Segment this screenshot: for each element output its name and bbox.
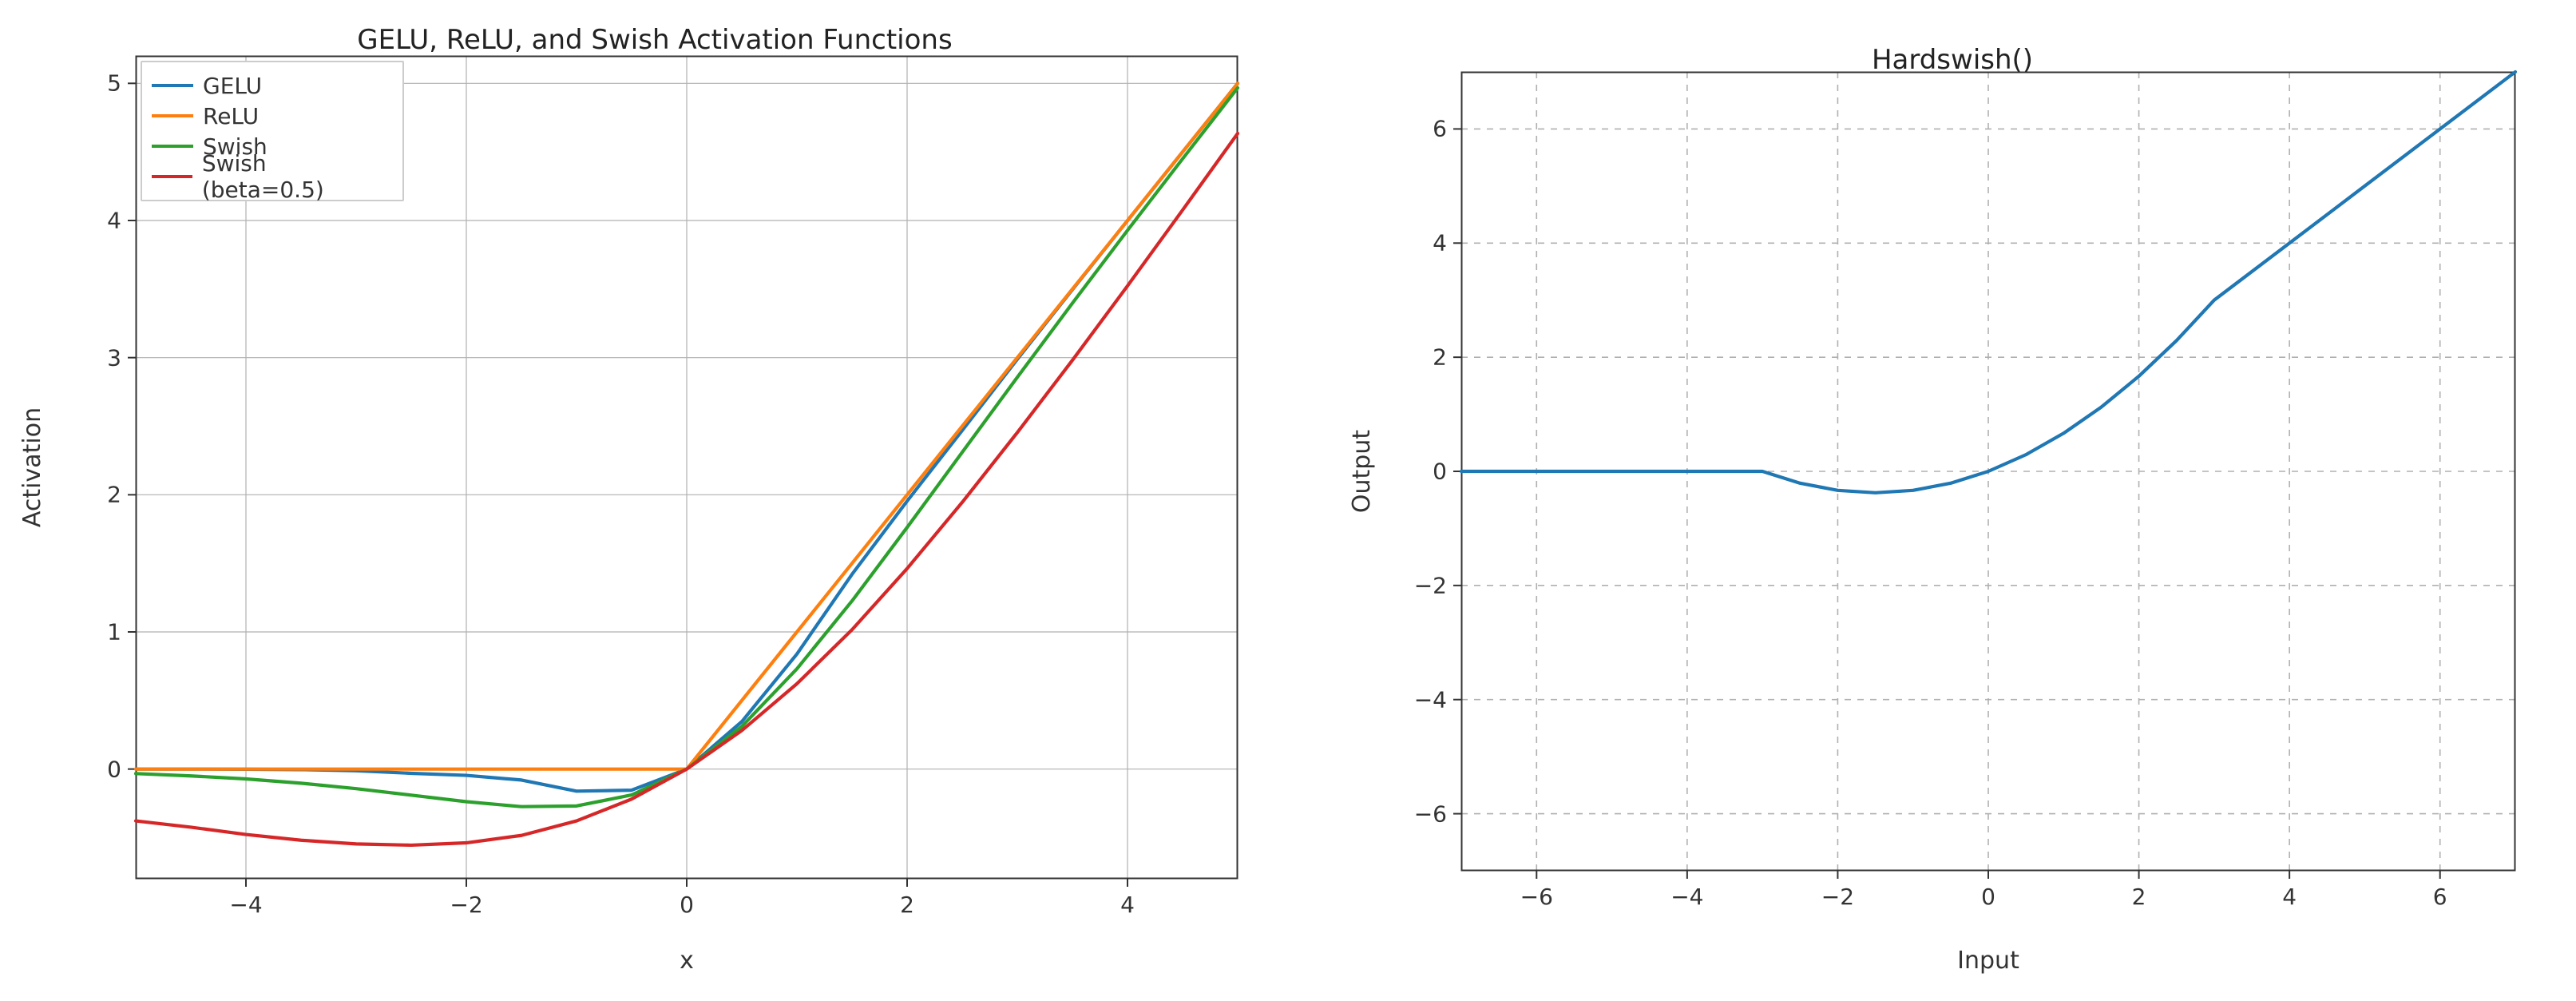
chart-title: Hardswish() — [1342, 44, 2563, 76]
legend-swatch — [152, 175, 192, 178]
chart-title: GELU, ReLU, and Swish Activation Functio… — [24, 24, 1286, 56]
xtick-label: 4 — [2282, 884, 2297, 910]
x-axis-label: x — [680, 947, 694, 975]
ytick-label: 1 — [107, 619, 121, 645]
legend-item: ReLU — [152, 101, 391, 131]
canvas: GELU, ReLU, and Swish Activation Functio… — [0, 0, 2576, 1001]
xtick-label: −4 — [1670, 884, 1703, 910]
xtick-label: −2 — [450, 892, 482, 918]
ytick-label: −2 — [1414, 572, 1447, 598]
ytick-label: 4 — [1433, 230, 1447, 256]
legend-item: Swish (beta=0.5) — [152, 161, 391, 192]
plot-svg — [1461, 72, 2515, 871]
legend-label: ReLU — [203, 103, 259, 129]
ytick-label: 3 — [107, 344, 121, 371]
xtick-label: 2 — [900, 892, 914, 918]
ytick-label: −4 — [1414, 686, 1447, 713]
legend-label: GELU — [203, 73, 262, 99]
xtick-label: 2 — [2132, 884, 2146, 910]
ytick-label: 2 — [1433, 344, 1447, 371]
legend-label: Swish (beta=0.5) — [202, 150, 391, 203]
xtick-label: −4 — [229, 892, 262, 918]
legend: GELUReLUSwishSwish (beta=0.5) — [141, 61, 404, 201]
ytick-label: 0 — [1433, 459, 1447, 485]
chart-panel-left: GELU, ReLU, and Swish Activation Functio… — [24, 8, 1286, 991]
ytick-label: 4 — [107, 208, 121, 234]
chart-panel-right: Hardswish() −6 −4 −2 0 2 4 6 −6 −4 −2 0 2 4 6 Input Outp… — [1342, 8, 2563, 991]
xtick-label: 0 — [680, 892, 694, 918]
legend-swatch — [152, 84, 193, 87]
ytick-label: −6 — [1414, 800, 1447, 827]
xtick-label: 6 — [2433, 884, 2447, 910]
legend-item: GELU — [152, 70, 391, 101]
x-axis-label: Input — [1957, 947, 2019, 975]
xtick-label: 0 — [1981, 884, 1995, 910]
y-axis-label: Output — [1348, 430, 1376, 513]
ytick-label: 5 — [107, 70, 121, 97]
xtick-label: 4 — [1120, 892, 1135, 918]
ytick-label: 2 — [107, 482, 121, 508]
legend-swatch — [152, 114, 193, 117]
legend-swatch — [152, 145, 193, 148]
xtick-label: −6 — [1520, 884, 1553, 910]
y-axis-label: Activation — [18, 407, 46, 527]
xtick-label: −2 — [1821, 884, 1854, 910]
plot-area — [1461, 72, 2515, 871]
ytick-label: 0 — [107, 756, 121, 782]
ytick-label: 6 — [1433, 116, 1447, 142]
